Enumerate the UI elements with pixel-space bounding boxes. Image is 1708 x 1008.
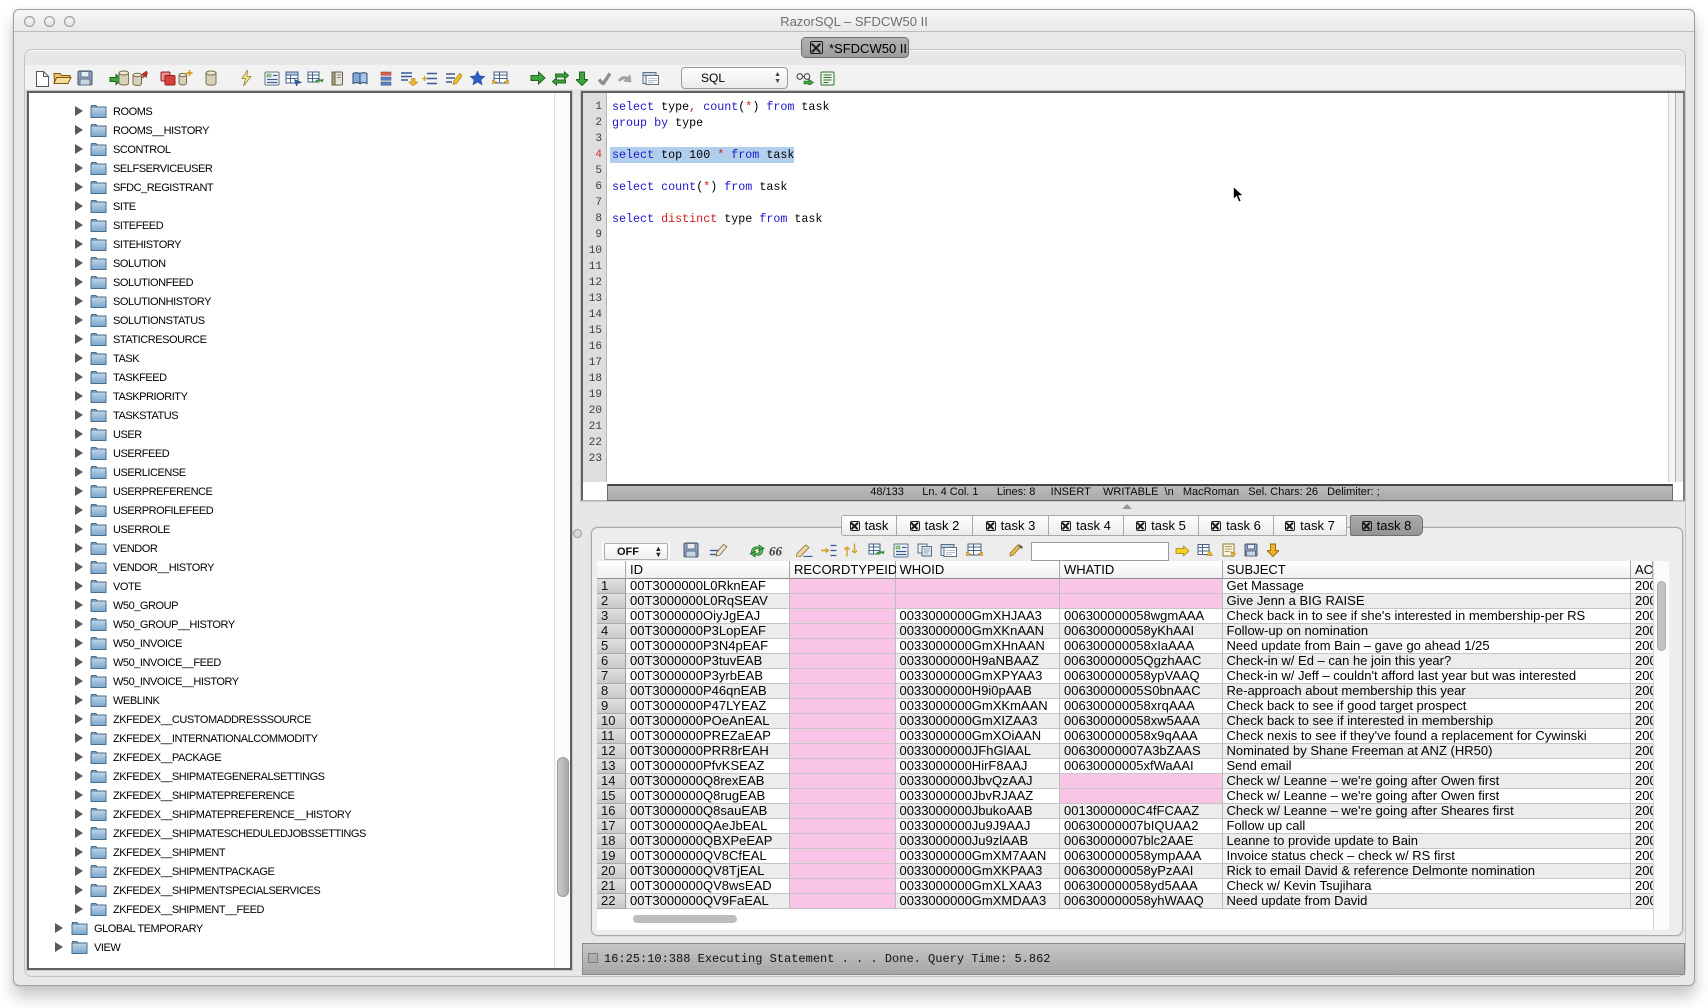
svg-text:66: 66 bbox=[769, 545, 783, 557]
